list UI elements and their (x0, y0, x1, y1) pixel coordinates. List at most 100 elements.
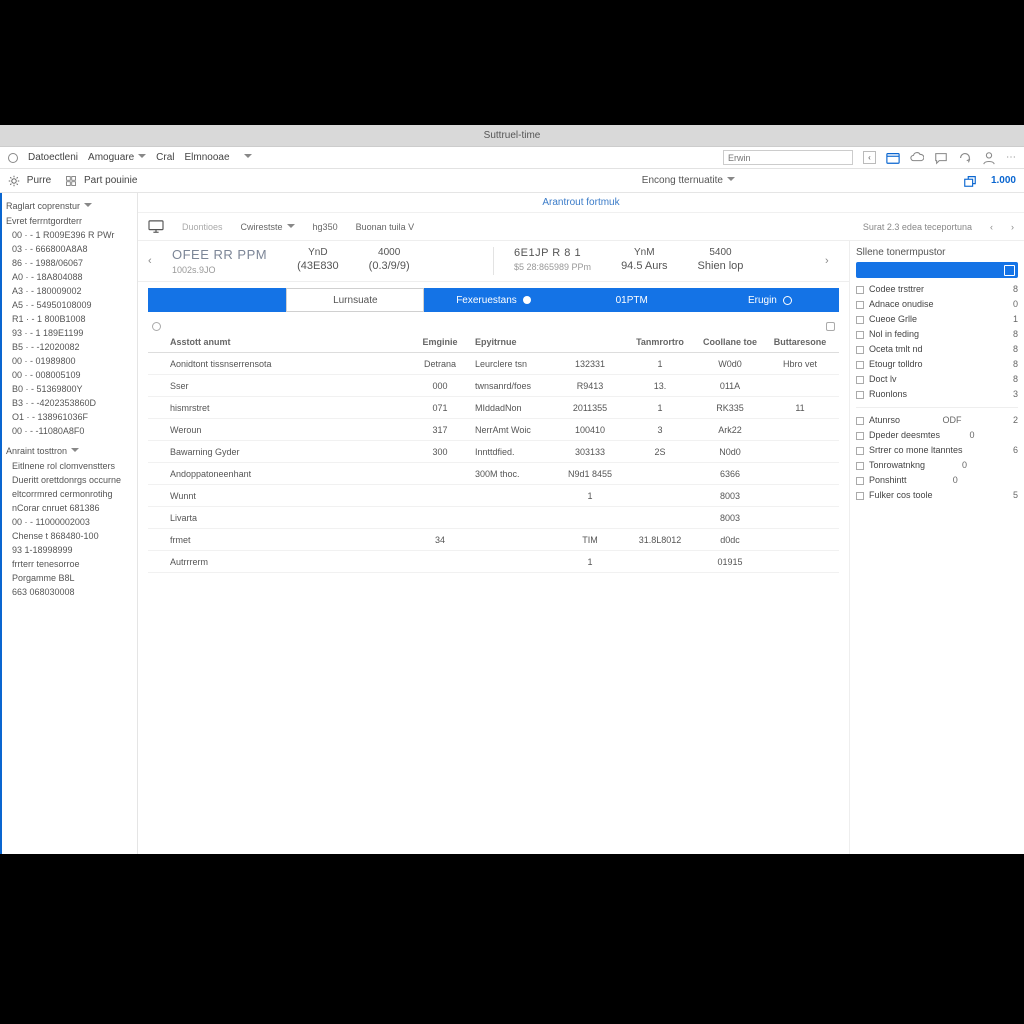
menu-item[interactable]: Cral (156, 152, 174, 163)
sidebar-item[interactable]: B5 · - -12020082 (6, 340, 133, 354)
col-header[interactable]: Buttaresone (765, 337, 835, 347)
panel-row[interactable]: Cueoe Grlle1 (856, 312, 1018, 327)
checkbox-icon[interactable] (856, 376, 864, 384)
tab[interactable]: Lurnsuate (286, 288, 424, 312)
user-icon[interactable] (982, 151, 996, 165)
sidebar-item[interactable]: 00 · - 008005109 (6, 368, 133, 382)
col-header[interactable]: Coollane toe (695, 337, 765, 347)
sidebar-item[interactable]: 93 1-18998999 (6, 543, 133, 557)
sidebar-item[interactable]: 86 · - 1988/06067 (6, 256, 133, 270)
checkbox-icon[interactable] (856, 301, 864, 309)
panel-row[interactable]: Nol in feding8 (856, 327, 1018, 342)
menu-item[interactable]: Amoguare (88, 152, 146, 163)
select-all-checkbox[interactable] (152, 322, 161, 331)
col-header[interactable]: Asstott anumt (170, 337, 405, 347)
table-row[interactable]: Weroun317NerrAmt Woic1004103Ark22 (148, 419, 839, 441)
toolbar-item[interactable]: hg350 (313, 222, 338, 232)
breadcrumb[interactable]: Arantrout fortmuk (138, 193, 1024, 213)
sidebar-section-title[interactable]: Anraint tosttron (6, 446, 133, 456)
checkbox-icon[interactable] (856, 492, 864, 500)
checkbox-icon[interactable] (856, 391, 864, 399)
panel-row[interactable]: Etougr tolldro8 (856, 357, 1018, 372)
toolbar-item[interactable]: Buonan tuila V (356, 222, 415, 232)
sidebar-item[interactable]: 00 · - 11000002003 (6, 515, 133, 529)
table-row[interactable]: Autrrrerm101915 (148, 551, 839, 573)
panel-header-bar[interactable] (856, 262, 1018, 278)
col-header[interactable]: Epyitrnue (475, 337, 555, 347)
sidebar-item[interactable]: A3 · - 180009002 (6, 284, 133, 298)
sidebar-item[interactable]: 00 · - -11080A8F0 (6, 424, 133, 438)
panel-row[interactable]: Oceta tmlt nd8 (856, 342, 1018, 357)
toolbar-crumb[interactable]: Duontioes (182, 222, 223, 232)
sidebar-item[interactable]: Chense t 868480-100 (6, 529, 133, 543)
sidebar-item[interactable]: B3 · - -4202353860D (6, 396, 133, 410)
panel-row[interactable]: Fulker cos toole5 (856, 488, 1018, 503)
monitor-icon[interactable] (148, 220, 164, 234)
table-row[interactable]: Andoppatoneenhant300M thoc.N9d1 84556366 (148, 463, 839, 485)
checkbox-icon[interactable] (856, 432, 864, 440)
collapse-right-icon[interactable]: › (825, 255, 839, 267)
menu-item[interactable]: Datoectleni (28, 152, 78, 163)
panel-row[interactable]: Ponshintt0 (856, 473, 1018, 488)
sidebar-item[interactable]: A0 · - 18A804088 (6, 270, 133, 284)
panel-row[interactable]: Adnace onudise0 (856, 297, 1018, 312)
sidebar-item[interactable]: 93 · - 1 189E1199 (6, 326, 133, 340)
tab[interactable]: 01PTM (563, 288, 701, 312)
checkbox-icon[interactable] (856, 346, 864, 354)
sidebar-item[interactable]: Evret ferrntgordterr (6, 214, 133, 228)
table-row[interactable]: Sser000twnsanrd/foesR941313.011A (148, 375, 839, 397)
search-go-icon[interactable]: ‹ (863, 151, 876, 164)
sidebar-item[interactable]: eltcorrmred cermonrotihg (6, 487, 133, 501)
table-settings-icon[interactable] (826, 322, 835, 331)
collapse-left-icon[interactable]: ‹ (148, 255, 162, 267)
panel-row[interactable]: Ruonlons3 (856, 387, 1018, 402)
chevron-right-icon[interactable]: › (1011, 222, 1014, 232)
ribbon-item[interactable]: Purre (8, 175, 51, 187)
template-dropdown[interactable]: Encong tternuatite (642, 175, 735, 186)
col-header[interactable]: Tanmrortro (625, 337, 695, 347)
checkbox-icon[interactable] (856, 316, 864, 324)
sidebar-item[interactable]: nCorar cnruet 681386 (6, 501, 133, 515)
cloud-icon[interactable] (910, 151, 924, 165)
panel-row[interactable]: Tonrowatnkng0 (856, 458, 1018, 473)
toolbar-item[interactable]: Cwirestste (241, 222, 295, 232)
export-icon[interactable] (963, 174, 977, 188)
search-input[interactable] (723, 150, 853, 165)
ribbon-item[interactable]: Part pouinie (65, 175, 137, 187)
checkbox-icon[interactable] (856, 447, 864, 455)
sidebar-item[interactable]: 00 · - 01989800 (6, 354, 133, 368)
table-row[interactable]: Aonidtont tissnserrensotaDetranaLeurcler… (148, 353, 839, 375)
panel-row[interactable]: AtunrsoODF2 (856, 413, 1018, 428)
table-row[interactable]: hismrstret071MIddadNon20113551RK33511 (148, 397, 839, 419)
chevron-left-icon[interactable]: ‹ (990, 222, 993, 232)
table-row[interactable]: Livarta8003 (148, 507, 839, 529)
checkbox-icon[interactable] (856, 331, 864, 339)
checkbox-icon[interactable] (856, 361, 864, 369)
chat-icon[interactable] (934, 151, 948, 165)
sidebar-item[interactable]: B0 · - 51369800Y (6, 382, 133, 396)
panel-row[interactable]: Srtrer co mone ltanntes6 (856, 443, 1018, 458)
tab[interactable]: Erugin (701, 288, 839, 312)
overflow-icon[interactable]: ⋯ (1006, 152, 1016, 163)
menu-more-icon[interactable] (240, 152, 252, 163)
sidebar-item[interactable]: 663 068030008 (6, 585, 133, 599)
refresh-icon[interactable] (958, 151, 972, 165)
col-header[interactable]: Emginie (405, 337, 475, 347)
checkbox-icon[interactable] (856, 477, 864, 485)
panel-row[interactable]: Dpeder deesmtes0 (856, 428, 1018, 443)
table-row[interactable]: Bawarning Gyder300Innttdfied.3031332SN0d… (148, 441, 839, 463)
tab[interactable]: Fexeruestans (424, 288, 562, 312)
checkbox-icon[interactable] (856, 286, 864, 294)
sidebar-item[interactable]: Eitlnene rol clomvenstters (6, 459, 133, 473)
checkbox-icon[interactable] (856, 462, 864, 470)
menu-item[interactable]: Elmnooae (185, 152, 230, 163)
checkbox-icon[interactable] (856, 417, 864, 425)
sidebar-item[interactable]: frrterr tenesorroe (6, 557, 133, 571)
sidebar-section-title[interactable]: Raglart coprenstur (6, 201, 133, 211)
table-row[interactable]: Wunnt18003 (148, 485, 839, 507)
back-icon[interactable] (8, 153, 18, 163)
table-row[interactable]: frmet34TIM31.8L8012d0dc (148, 529, 839, 551)
sidebar-item[interactable]: 03 · - 666800A8A8 (6, 242, 133, 256)
sidebar-item[interactable]: 00 · - 1 R009E396 R PWr (6, 228, 133, 242)
sidebar-item[interactable]: Porgamme B8L (6, 571, 133, 585)
